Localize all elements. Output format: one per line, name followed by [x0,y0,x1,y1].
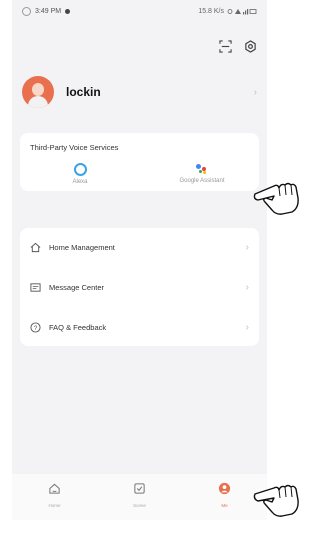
signal-icons [227,8,257,14]
alexa-icon [73,163,87,176]
notification-dot-icon [65,8,71,14]
status-ring-icon [22,6,31,16]
menu-item-home-management[interactable]: Home Management › [20,232,259,262]
tab-label: Home [48,503,61,508]
scene-tab-icon [134,483,145,494]
me-tab-icon [218,482,231,495]
username: lockin [66,85,101,99]
alexa-label: Alexa [72,179,88,185]
status-indicators: 15.8 K/s [198,8,257,15]
avatar[interactable] [22,76,54,108]
menu-item-label: Message Center [49,282,105,292]
chevron-right-icon: › [245,321,249,333]
scan-icon[interactable] [219,40,232,53]
menu-item-faq-feedback[interactable]: ? FAQ & Feedback › [20,312,259,342]
google-assistant-label: Google Assistant [179,178,225,184]
pointing-hand-icon [253,182,299,215]
menu-item-message-center[interactable]: Message Center › [20,272,259,302]
pointing-hand-icon [253,484,299,517]
tab-me[interactable]: Me [195,482,255,508]
top-actions [219,40,257,53]
tab-label: Me [221,503,228,508]
faq-icon: ? [30,321,41,333]
phone-screen: 3:49 PM 15.8 K/s lockin › Third-Party Vo… [12,0,267,520]
voice-services-title: Third-Party Voice Services [30,143,119,152]
menu-card: Home Management › Message Center › ? FAQ… [20,228,259,346]
status-bar: 3:49 PM 15.8 K/s [12,0,267,22]
profile-row[interactable]: lockin › [22,72,257,112]
menu-item-label: FAQ & Feedback [49,322,107,332]
chevron-right-icon: › [253,86,257,98]
home-icon [30,242,41,252]
google-assistant-service[interactable]: Google Assistant [152,163,252,184]
tab-home[interactable]: Home [25,482,85,508]
svg-text:?: ? [34,324,38,331]
tab-label: Scene [133,503,146,508]
settings-icon[interactable] [244,40,257,53]
menu-item-label: Home Management [49,242,115,252]
tab-scene[interactable]: Scene [110,482,170,508]
tab-bar: Home Scene Me [12,474,267,520]
home-tab-icon [49,483,60,494]
network-speed: 15.8 K/s [198,7,224,15]
alexa-service[interactable]: Alexa [30,163,130,185]
google-assistant-icon [194,163,210,175]
message-icon [30,282,41,292]
chevron-right-icon: › [245,281,249,293]
chevron-right-icon: › [245,241,249,253]
status-time: 3:49 PM [35,7,62,15]
voice-services-card: Third-Party Voice Services Alexa Google … [20,133,259,191]
